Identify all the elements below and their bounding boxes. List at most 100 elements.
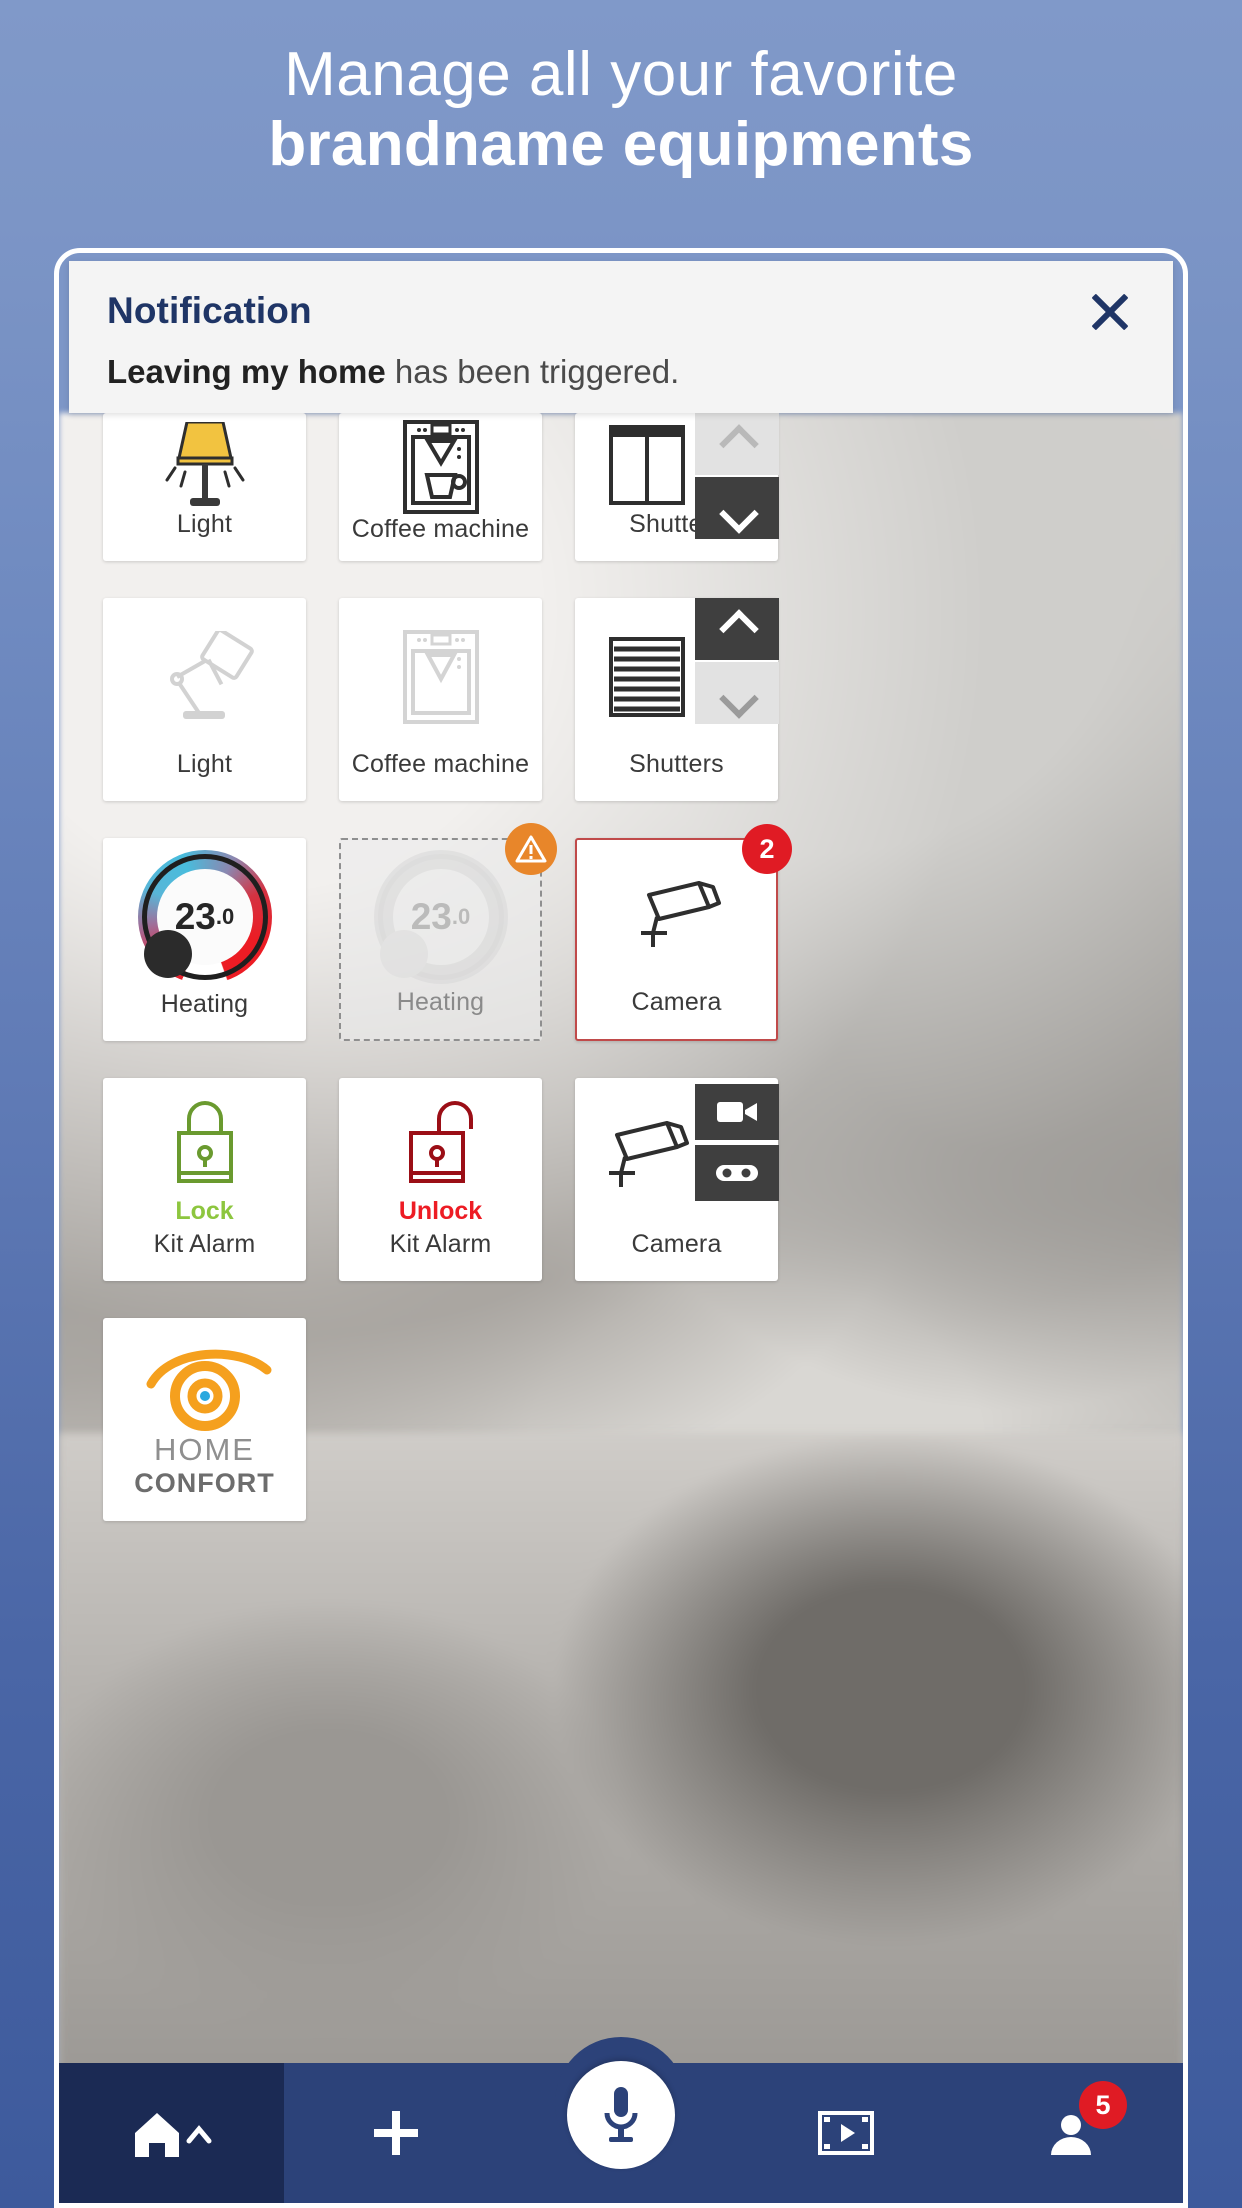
device-card-heating-active[interactable]: 23.0 Heating <box>103 838 306 1041</box>
close-icon[interactable] <box>1081 283 1137 339</box>
grid-cell: Shutters <box>575 413 779 561</box>
dial-knob <box>379 930 428 978</box>
device-card-light-off[interactable]: Light <box>103 598 306 801</box>
lock-state-label: Lock <box>175 1197 234 1225</box>
device-card-shutters-open[interactable]: Shutters <box>575 413 779 561</box>
device-label: Camera <box>631 988 722 1016</box>
device-label: Coffee machine <box>351 750 530 778</box>
device-card-camera[interactable]: Camera <box>575 1078 779 1281</box>
plus-icon <box>374 2111 419 2155</box>
camera-buttons <box>695 1084 779 1201</box>
grid-cell: 23.0 Heating <box>339 823 557 1041</box>
device-label: Heating <box>396 988 485 1016</box>
logo-line-1: HOME <box>153 1432 255 1467</box>
grid-cell: 2 Camera <box>575 824 792 1041</box>
padlock-open-icon <box>339 1078 542 1197</box>
notification-title: Notification <box>107 290 312 331</box>
coffee-machine-off-icon <box>339 598 542 750</box>
notification-message-rest: has been triggered. <box>385 353 680 390</box>
device-label: Kit Alarm <box>389 1230 492 1258</box>
device-row: HOME CONFORT <box>103 1318 1139 1521</box>
shutter-up-button[interactable] <box>695 598 779 660</box>
tape-recorder-button[interactable] <box>695 1145 779 1201</box>
grid-cell: Unlock Kit Alarm <box>339 1078 542 1281</box>
temp-dec: .0 <box>215 904 235 929</box>
warning-icon <box>505 823 557 875</box>
temp-dec: .0 <box>451 904 471 929</box>
notification-header: Notification <box>69 261 1173 339</box>
app-screen: Light Coffee machine Shutters Light Coff… <box>59 253 1183 2203</box>
voice-fab-button[interactable] <box>567 2061 675 2169</box>
promo-line-2: brandname equipments <box>268 109 974 179</box>
grid-cell: Light <box>103 413 306 561</box>
grid-cell: Lock Kit Alarm <box>103 1078 306 1281</box>
video-camera-icon <box>717 1102 757 1122</box>
thermostat-dial-icon: 23.0 <box>103 838 306 990</box>
device-label: Coffee machine <box>351 515 530 543</box>
device-row: Lock Kit Alarm Unlock Kit Alarm Camera <box>103 1078 1139 1281</box>
nav-item-home[interactable] <box>59 2063 284 2203</box>
device-card-camera-alert[interactable]: 2 Camera <box>575 824 792 1041</box>
chevron-up-icon <box>720 612 754 646</box>
grid-cell: Coffee machine <box>339 598 542 801</box>
grid-cell: 23.0 Heating <box>103 838 306 1041</box>
device-label: Kit Alarm <box>153 1230 256 1258</box>
device-card-heating-disabled[interactable]: 23.0 Heating <box>339 823 557 1041</box>
grid-cell: Coffee machine <box>339 413 542 561</box>
device-card-home-confort-logo[interactable]: HOME CONFORT <box>103 1318 306 1521</box>
padlock-closed-icon <box>103 1078 306 1197</box>
device-card-shutters-closed[interactable]: Shutters <box>575 598 779 801</box>
unlock-state-label: Unlock <box>398 1197 483 1225</box>
shutter-buttons <box>695 598 779 724</box>
shutter-down-button[interactable] <box>695 662 779 724</box>
video-camera-button[interactable] <box>695 1084 779 1140</box>
device-label: Light <box>176 750 233 778</box>
dial-knob[interactable] <box>143 930 192 978</box>
temperature-dial[interactable]: 23.0 <box>137 850 272 984</box>
device-label: Shutters <box>629 750 724 778</box>
shutter-buttons <box>695 413 779 539</box>
nav-item-add[interactable] <box>284 2063 509 2203</box>
notification-banner: Notification Leaving my home has been tr… <box>69 261 1173 413</box>
chevron-down-icon <box>720 676 754 710</box>
device-card-coffee-off[interactable]: Coffee machine <box>339 598 542 801</box>
device-card-coffee-on[interactable]: Coffee machine <box>339 413 542 561</box>
device-card-light-on[interactable]: Light <box>103 413 306 561</box>
temp-int: 23 <box>410 896 452 937</box>
nav-item-profile[interactable]: 5 <box>958 2063 1183 2203</box>
device-label: Light <box>176 510 233 538</box>
temperature-dial: 23.0 <box>373 850 508 984</box>
promo-header: Manage all your favorite brandname equip… <box>0 0 1242 248</box>
nav-item-media[interactable] <box>733 2063 958 2203</box>
chevron-up-icon <box>720 427 754 461</box>
tape-recorder-icon <box>716 1165 758 1181</box>
desk-lamp-off-icon <box>103 598 306 750</box>
status-badge: 2 <box>742 824 792 874</box>
grid-cell: HOME CONFORT <box>103 1318 306 1521</box>
device-row: Light Coffee machine Shutters <box>103 598 1139 801</box>
grid-cell: Camera <box>575 1078 779 1281</box>
grid-cell: Shutters <box>575 598 779 801</box>
promo-line-1: Manage all your favorite <box>284 40 958 109</box>
home-icon <box>135 2113 212 2157</box>
phone-frame: Light Coffee machine Shutters Light Coff… <box>54 248 1188 2208</box>
chevron-down-icon <box>720 491 754 525</box>
device-label: Heating <box>160 990 249 1018</box>
notification-message: Leaving my home has been triggered. <box>69 339 1173 391</box>
device-card-kit-alarm-locked[interactable]: Lock Kit Alarm <box>103 1078 306 1281</box>
microphone-icon <box>604 2087 638 2142</box>
coffee-machine-on-icon <box>339 413 542 515</box>
device-row: Light Coffee machine Shutters <box>103 413 1139 561</box>
notification-message-bold: Leaving my home <box>107 353 386 390</box>
media-icon <box>817 2111 874 2155</box>
shutter-down-button[interactable] <box>695 477 779 539</box>
device-label: Camera <box>631 1230 722 1258</box>
grid-cell: Light <box>103 598 306 801</box>
shutter-up-button[interactable] <box>695 413 779 475</box>
profile-badge: 5 <box>1078 2081 1127 2129</box>
logo-line-2: CONFORT <box>134 1468 275 1498</box>
device-row: 23.0 Heating 23 .0 Heating 2 Camera <box>103 823 1139 1041</box>
lamp-on-icon <box>103 413 306 510</box>
device-card-kit-alarm-unlocked[interactable]: Unlock Kit Alarm <box>339 1078 542 1281</box>
temp-int: 23 <box>174 896 216 937</box>
